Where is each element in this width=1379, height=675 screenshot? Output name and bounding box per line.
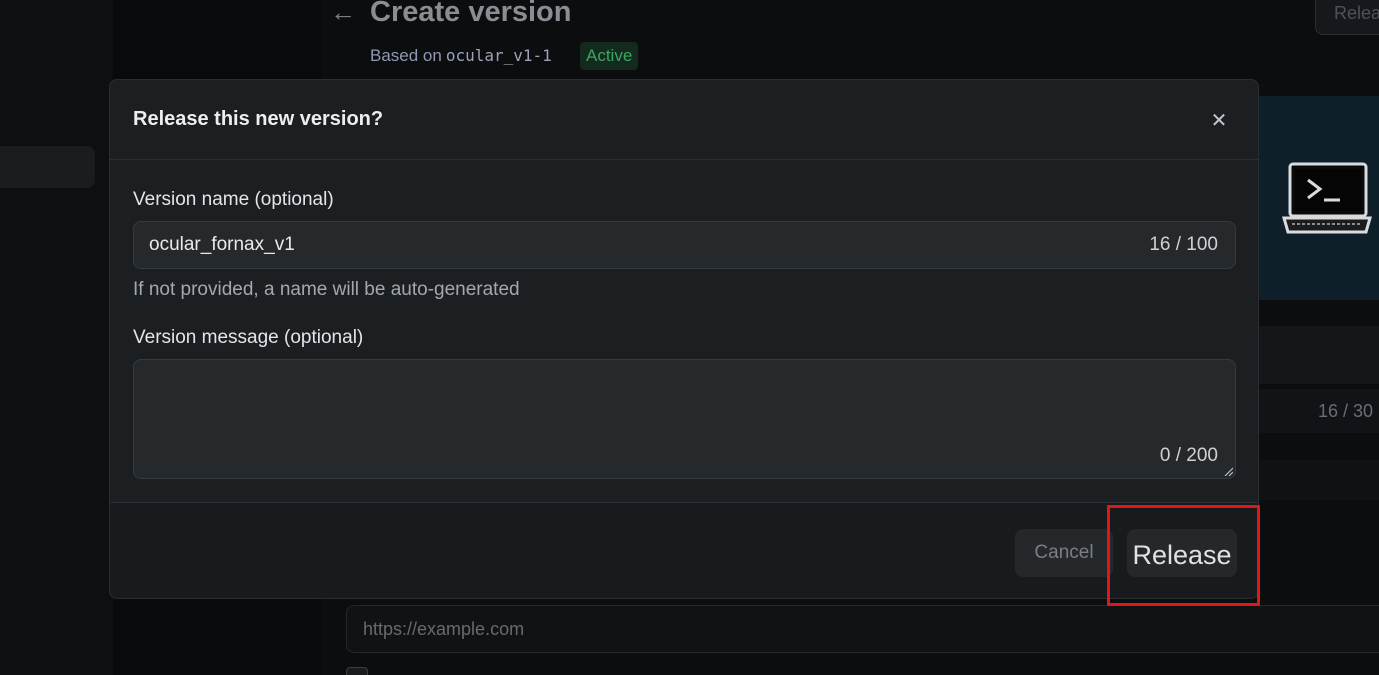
version-name-field: 16 / 100 [133,221,1236,269]
status-badge: Active [580,42,639,70]
release-button[interactable]: Release [1127,529,1237,577]
background-counter: 16 / 30 [1318,401,1374,421]
laptop-terminal-icon [1282,162,1372,234]
url-input[interactable]: https://example.com [346,605,1379,653]
dialog-title: Release this new version? [133,108,384,130]
version-name-input[interactable] [134,222,1134,268]
page-release-button[interactable]: Relea [1315,0,1379,35]
page-title: Create version [370,0,572,28]
dialog-footer: Cancel Release [110,502,1258,598]
version-name-label: Version name (optional) [133,189,334,210]
close-icon[interactable]: ✕ [1208,110,1230,132]
cancel-button[interactable]: Cancel [1015,529,1113,577]
version-message-label: Version message (optional) [133,327,364,348]
resize-handle-icon[interactable] [1223,466,1233,476]
based-on-version: ocular_v1-1 [445,46,552,65]
version-message-counter: 0 / 200 [1159,445,1218,466]
version-name-helper: If not provided, a name will be auto-gen… [133,279,520,300]
sidebar [0,0,113,675]
based-on-text: Based on ocular_v1-1 [370,44,552,68]
dialog-header: Release this new version? ✕ [110,80,1258,160]
based-on-label: Based on [370,46,442,65]
sidebar-active-item[interactable] [0,146,95,188]
release-dialog: Release this new version? ✕ Version name… [109,79,1259,599]
version-message-field: 0 / 200 [133,359,1236,479]
version-name-counter: 16 / 100 [1149,234,1218,255]
background-checkbox[interactable] [346,667,368,675]
background-section [1258,326,1379,384]
back-arrow-icon[interactable]: ← [330,0,356,26]
background-section-2 [1258,460,1379,500]
version-message-input[interactable] [134,360,1235,478]
